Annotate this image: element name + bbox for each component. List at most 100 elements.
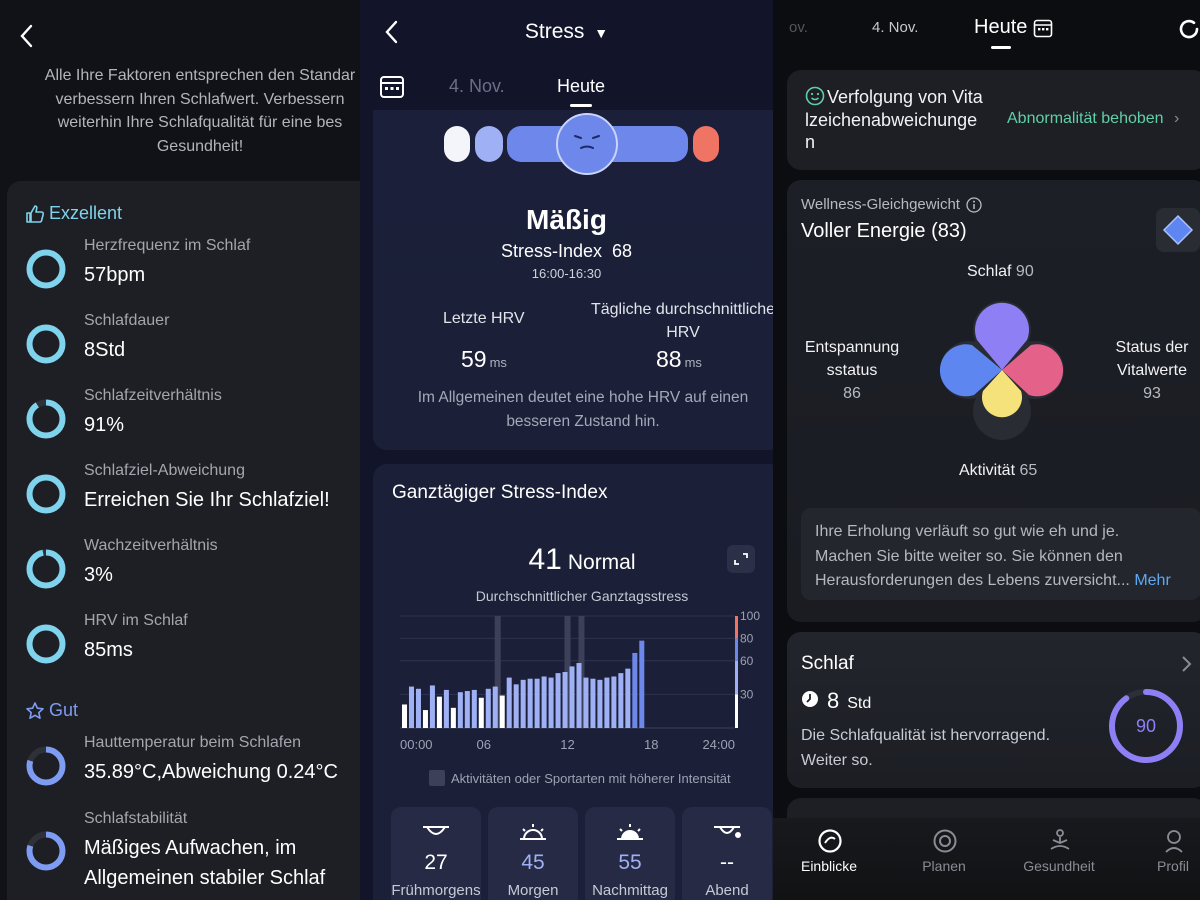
sleep-card[interactable]: Schlaf 8 Std Die Schlafqualität ist hervo…	[787, 632, 1200, 788]
refresh-icon[interactable]	[1177, 17, 1200, 41]
wellness-balance-card[interactable]: Wellness-Gleichgewicht Voller Energie (8…	[787, 180, 1200, 622]
progress-ring	[26, 324, 66, 364]
page-title: Stress	[524, 20, 585, 43]
back-arrow-icon[interactable]	[16, 22, 38, 50]
metric-relaxation: Entspannung sstatus 86	[804, 339, 900, 402]
calendar-icon[interactable]	[379, 74, 405, 100]
date-tabs: 4. Nov. Heute	[360, 66, 773, 110]
stress-header: Stress ▼	[360, 0, 773, 60]
stress-bar-chart[interactable]: 100 80 60 30 00:00 06 12 18 24:00	[373, 604, 773, 784]
tile-morning[interactable]: 45 Morgen	[488, 807, 578, 900]
factor-label: HRV im Schlaf	[84, 612, 188, 629]
stress-bar	[520, 679, 526, 728]
stress-index-line: Stress-Index 68	[500, 241, 633, 261]
sleep-factors-card: Exzellent Herzfrequenz im Schlaf 57bpm S…	[7, 181, 360, 900]
factor-sleep-ratio[interactable]: Schlafzeitverhältnis 91%	[7, 387, 360, 457]
progress-arc	[26, 249, 66, 289]
factor-wake-ratio[interactable]: Wachzeitverhältnis 3%	[7, 537, 360, 607]
sleep-score-value: 90	[1136, 716, 1156, 736]
time-range: 16:00-16:30	[531, 266, 602, 281]
tab-previous-day[interactable]: 4. Nov.	[449, 76, 505, 97]
tile-label: Abend	[705, 882, 749, 899]
factor-sleep-duration[interactable]: Schlafdauer 8Std	[7, 312, 360, 382]
sleep-factors-panel: Alle Ihre Faktoren entsprechen den Stand…	[0, 0, 360, 900]
y-tick-label: 80	[740, 631, 754, 645]
stress-bar	[527, 678, 533, 728]
abnormality-fixed-link[interactable]: Abnormalität behoben ›	[1007, 110, 1179, 128]
progress-arc	[26, 324, 66, 364]
factor-heart-rate[interactable]: Herzfrequenz im Schlaf 57bpm	[7, 237, 360, 307]
factor-label: Wachzeitverhältnis	[84, 537, 218, 554]
factor-label: Schlafstabilität	[84, 810, 188, 827]
factor-skin-temperature[interactable]: Hauttemperatur beim Schlafen 35.89°C,Abw…	[7, 734, 360, 804]
stress-bar	[513, 684, 519, 728]
y-tick-label: 60	[740, 654, 754, 668]
progress-ring	[26, 399, 66, 439]
factor-label: Schlafziel-Abweichung	[84, 462, 245, 479]
stress-bar	[436, 696, 442, 728]
progress-ring	[26, 249, 66, 289]
clock-icon	[802, 691, 818, 707]
stress-bar	[548, 677, 554, 728]
factor-label: Schlafdauer	[84, 312, 170, 329]
stress-bar	[639, 640, 645, 728]
meditation-icon	[1050, 829, 1070, 850]
stress-bar	[562, 672, 568, 728]
nav-label: Gesundheit	[1023, 858, 1095, 874]
tab-today[interactable]: Heute	[974, 16, 1027, 39]
sleep-quality-text: Die Schlafqualität ist hervorragend. Wei…	[801, 727, 1051, 769]
factor-sleep-stability[interactable]: Schlafstabilität Mäßiges Aufwachen, im A…	[7, 810, 360, 900]
stress-bar	[492, 686, 498, 728]
section-excellent-label: Exzellent	[49, 203, 123, 223]
stress-bar	[464, 691, 470, 728]
metric-vital-status: Status der Vitalwerte 93	[1115, 339, 1189, 402]
tile-evening[interactable]: -- Abend	[682, 807, 772, 900]
hrv-last-value: 59 ms	[461, 346, 507, 372]
tab-today[interactable]: Heute	[557, 76, 605, 97]
wellness-title: Voller Energie (83)	[801, 220, 967, 242]
plan-icon	[933, 829, 957, 853]
stress-bar	[583, 677, 589, 728]
stress-bar	[429, 685, 435, 728]
progress-ring	[26, 831, 66, 871]
stress-bar	[402, 704, 408, 728]
expand-icon[interactable]	[727, 545, 755, 573]
stress-panel: Stress ▼ 4. Nov. Heute Mäßig Stress-Inde…	[360, 0, 773, 900]
vital-deviation-card[interactable]: Verfolgung von Vita lzeichenabweichunge …	[787, 70, 1200, 170]
tab-earlier[interactable]: ov.	[789, 19, 808, 36]
calendar-icon[interactable]	[1033, 18, 1053, 38]
factor-value: 8Std	[84, 339, 126, 361]
hrv-average-label: Tägliche durchschnittliche HRV	[590, 301, 773, 341]
progress-arc	[26, 399, 66, 439]
more-link[interactable]: Mehr	[1134, 572, 1170, 589]
hrv-last-label: Letzte HRV	[443, 310, 525, 327]
stress-bar	[632, 652, 638, 728]
tab-previous-day[interactable]: 4. Nov.	[872, 19, 918, 36]
info-icon[interactable]	[966, 196, 982, 213]
stress-bar	[471, 689, 477, 728]
hrv-average-value: 88 ms	[656, 346, 702, 372]
chevron-right-icon[interactable]	[1179, 654, 1193, 674]
stress-level-text: Mäßig	[526, 204, 607, 235]
tile-value: 27	[424, 851, 448, 874]
factor-label: Herzfrequenz im Schlaf	[84, 237, 251, 254]
profile-icon	[1165, 830, 1183, 853]
stress-bar	[625, 668, 631, 728]
moon-set-icon	[714, 826, 741, 838]
stress-bar	[450, 707, 456, 728]
tile-afternoon[interactable]: 55 Nachmittag	[585, 807, 675, 900]
sleep-score-ring: 90	[1109, 689, 1183, 763]
stress-bar	[590, 678, 596, 728]
wellness-label: Wellness-Gleichgewicht	[801, 196, 982, 213]
legend-swatch	[429, 770, 445, 786]
factor-hrv[interactable]: HRV im Schlaf 85ms	[7, 612, 360, 682]
stress-summary-card: Mäßig Stress-Index 68 16:00-16:30 Letzte…	[373, 110, 773, 450]
daily-stress-score: 41 Normal	[528, 543, 636, 576]
diamond-badge-icon[interactable]	[1156, 208, 1200, 252]
metric-activity: Aktivität 65	[959, 462, 1038, 479]
tile-early-morning[interactable]: 27 Frühmorgens	[391, 807, 481, 900]
scale-segment	[735, 616, 738, 639]
stress-title-dropdown[interactable]: Stress ▼	[360, 20, 773, 44]
factor-sleep-goal[interactable]: Schlafziel-Abweichung Erreichen Sie Ihr …	[7, 462, 360, 532]
factor-value: 85ms	[84, 639, 133, 661]
